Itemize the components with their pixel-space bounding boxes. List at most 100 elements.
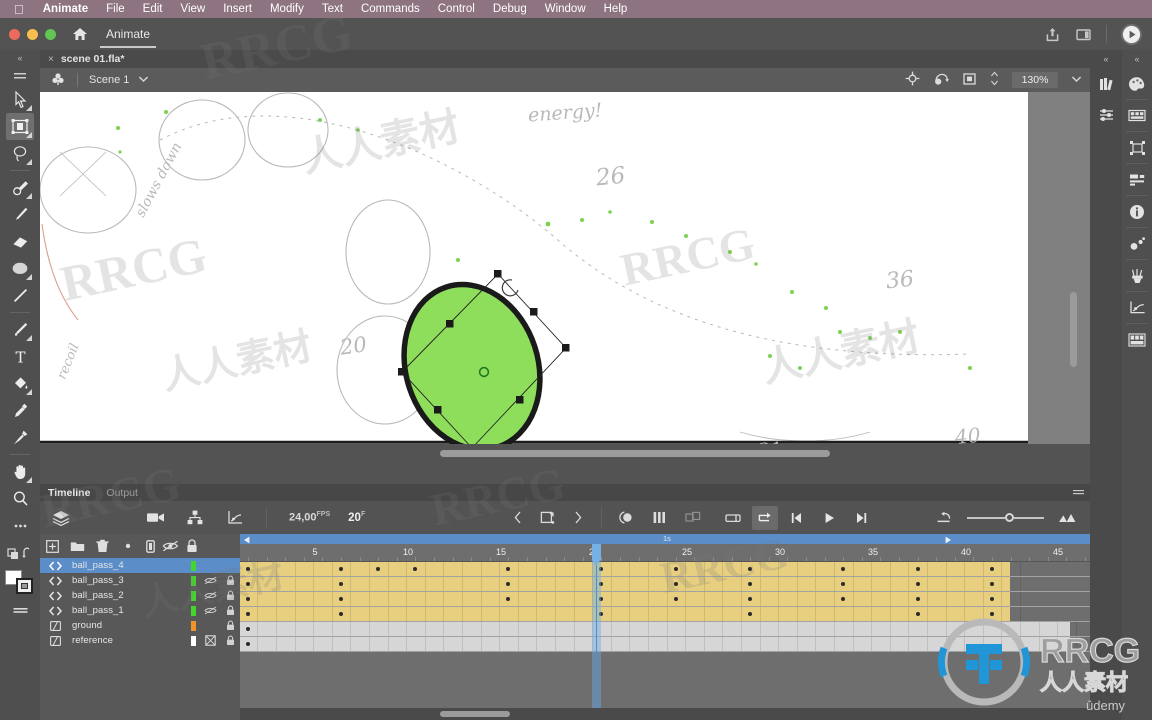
next-keyframe-icon[interactable] <box>565 506 591 530</box>
keyframe-marker[interactable] <box>748 567 753 571</box>
keyframe-marker[interactable] <box>915 612 920 616</box>
stage-grid-icon[interactable] <box>6 596 34 623</box>
keyframe-marker[interactable] <box>915 567 920 571</box>
keyframe-marker[interactable] <box>841 567 846 571</box>
keyframe-marker[interactable] <box>339 567 343 571</box>
properties-panel-icon[interactable] <box>1091 99 1121 130</box>
brush-library-icon[interactable] <box>1122 260 1152 291</box>
layer-name[interactable]: ground <box>70 620 186 631</box>
menu-item-text[interactable]: Text <box>313 0 352 18</box>
menu-item-view[interactable]: View <box>171 0 214 18</box>
text-tool[interactable]: T <box>6 343 34 370</box>
zoom-tool[interactable] <box>6 485 34 512</box>
tab-timeline[interactable]: Timeline <box>48 487 90 499</box>
loop-range-bar[interactable]: 1s <box>240 534 1090 544</box>
transform-panel-icon[interactable] <box>1122 164 1152 195</box>
width-tool[interactable] <box>6 424 34 451</box>
layer-row-reference[interactable]: reference <box>40 633 240 648</box>
lock-column-icon[interactable] <box>181 534 203 558</box>
keyframe-marker[interactable] <box>673 582 678 586</box>
resize-timeline-icon[interactable] <box>931 506 957 530</box>
paint-brush-tool[interactable] <box>6 174 34 201</box>
layer-name[interactable]: reference <box>70 635 186 646</box>
tools-panel-menu-icon[interactable] <box>0 66 40 86</box>
layer-row-ground[interactable]: ground <box>40 618 240 633</box>
pen-tool[interactable] <box>6 316 34 343</box>
edit-scene-icon[interactable] <box>50 71 66 90</box>
graph-editor-icon[interactable] <box>1122 292 1152 323</box>
play-icon[interactable] <box>816 506 842 530</box>
menu-item-debug[interactable]: Debug <box>484 0 536 18</box>
tab-output[interactable]: Output <box>106 487 138 499</box>
keyframe-marker[interactable] <box>673 567 678 571</box>
keyframe-marker[interactable] <box>246 642 250 646</box>
test-movie-icon[interactable] <box>1121 23 1142 45</box>
lasso-tool[interactable] <box>6 140 34 167</box>
layer-lock-toggle[interactable] <box>220 590 240 601</box>
onion-skin-outlines-icon[interactable] <box>646 506 672 530</box>
delete-layer-icon[interactable] <box>90 534 115 558</box>
layer-row-ball_pass_1[interactable]: ball_pass_1 <box>40 603 240 618</box>
zoom-dropdown-icon[interactable] <box>1071 74 1082 86</box>
stroke-color-swatch[interactable] <box>16 578 33 594</box>
free-transform-tool[interactable] <box>6 113 34 140</box>
center-stage-icon[interactable] <box>905 71 920 89</box>
keyframe-marker[interactable] <box>246 567 250 571</box>
apple-logo-icon[interactable]:  <box>6 3 34 16</box>
keyframe-marker[interactable] <box>748 612 753 616</box>
keyframe-marker[interactable] <box>246 627 250 631</box>
frame-ruler[interactable]: 5 10 15 20 25 30 35 40 45 <box>240 544 1090 562</box>
eye-column-icon[interactable] <box>159 534 181 558</box>
slider-knob[interactable] <box>1005 513 1014 522</box>
swap-colors-icon[interactable] <box>6 539 34 566</box>
layer-lock-toggle[interactable] <box>220 605 240 616</box>
layer-name[interactable]: ball_pass_3 <box>70 575 186 586</box>
tween-span[interactable] <box>240 592 1010 606</box>
stage-paper[interactable]: energy! slows down recoil 20 26 36 31 40 <box>40 92 1028 463</box>
insert-keyframe-icon[interactable] <box>535 506 561 530</box>
playhead[interactable] <box>592 544 601 720</box>
stage-vertical-scrollbar[interactable] <box>1070 292 1077 367</box>
fill-stroke-swatches[interactable] <box>5 568 35 596</box>
keyframe-marker[interactable] <box>990 582 994 586</box>
keyframe-marker[interactable] <box>246 612 250 616</box>
keyframe-marker[interactable] <box>339 582 343 586</box>
swatches-panel-icon[interactable] <box>1122 100 1152 131</box>
menu-item-animate[interactable]: Animate <box>34 0 97 18</box>
keyframe-marker[interactable] <box>339 612 343 616</box>
oval-tool[interactable] <box>6 255 34 282</box>
layer-name[interactable]: ball_pass_4 <box>70 560 186 571</box>
collapse-dock-icon[interactable]: « <box>1103 50 1108 68</box>
zoom-window-button[interactable] <box>45 28 56 40</box>
keyframe-marker[interactable] <box>673 597 678 601</box>
loop-playback-icon[interactable] <box>752 505 779 530</box>
keyframe-marker[interactable] <box>915 597 920 601</box>
keyframe-marker[interactable] <box>339 597 343 601</box>
keyframe-marker[interactable] <box>841 582 846 586</box>
layer-name[interactable]: ball_pass_2 <box>70 590 186 601</box>
minimize-window-button[interactable] <box>27 28 38 40</box>
large-frames-icon[interactable] <box>1054 506 1080 530</box>
frame-row-ball_pass_3[interactable] <box>240 577 1090 592</box>
collapse-dock-right-icon[interactable]: « <box>1134 50 1139 68</box>
keyframe-marker[interactable] <box>246 597 250 601</box>
eyedropper-tool[interactable] <box>6 397 34 424</box>
clip-content-icon[interactable] <box>962 72 977 89</box>
camera-icon[interactable] <box>142 506 168 530</box>
line-tool[interactable] <box>6 282 34 309</box>
zoom-level-input[interactable]: 130% <box>1012 72 1058 88</box>
menu-item-control[interactable]: Control <box>429 0 484 18</box>
chevron-down-icon[interactable] <box>138 74 149 86</box>
window-controls[interactable] <box>0 28 56 40</box>
collapse-tools-icon[interactable]: « <box>0 50 40 66</box>
onion-skin-icon[interactable] <box>612 506 638 530</box>
home-icon[interactable] <box>72 26 88 42</box>
layer-visibility-toggle[interactable] <box>200 591 220 600</box>
paint-bucket-tool[interactable] <box>6 370 34 397</box>
stage-horizontal-scrollbar-track[interactable] <box>40 444 1090 464</box>
loop-range-icon[interactable] <box>720 506 746 530</box>
previous-keyframe-icon[interactable] <box>505 506 531 530</box>
hand-tool[interactable] <box>6 458 34 485</box>
keyframe-marker[interactable] <box>748 582 753 586</box>
stage-horizontal-scrollbar-thumb[interactable] <box>440 450 830 457</box>
